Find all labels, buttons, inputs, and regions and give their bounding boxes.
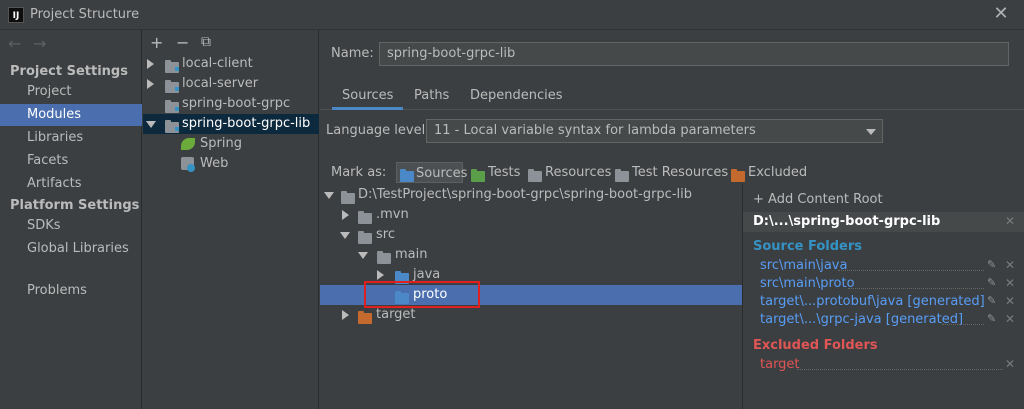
- remove-excluded-icon[interactable]: ✕: [1005, 357, 1015, 371]
- chevron-down-icon[interactable]: [866, 129, 876, 135]
- edit-pencil-icon[interactable]: ✎: [987, 276, 996, 289]
- window-title: Project Structure: [30, 7, 140, 22]
- facet-row[interactable]: Web: [143, 154, 319, 174]
- source-folders-header: Source Folders: [753, 239, 863, 254]
- title-bar: IJ Project Structure ✕: [0, 0, 1024, 30]
- web-globe-icon: [187, 164, 195, 172]
- nav-item-facets[interactable]: Facets: [0, 150, 142, 172]
- nav-item-problems[interactable]: Problems: [0, 280, 142, 302]
- folder-icon: [358, 211, 372, 224]
- nav-item-libraries[interactable]: Libraries: [0, 127, 142, 149]
- add-module-icon[interactable]: +: [150, 33, 163, 52]
- project-settings-header: Project Settings: [10, 64, 128, 79]
- mark-as-label: Mark as:: [331, 165, 387, 180]
- module-row-selected[interactable]: spring-boot-grpc-lib: [143, 114, 319, 134]
- facet-label: Spring: [200, 136, 242, 151]
- module-row[interactable]: local-client: [143, 54, 319, 74]
- module-label: local-client: [182, 56, 253, 71]
- source-folder-link[interactable]: target\...\grpc-java [generated]: [760, 312, 963, 327]
- remove-folder-icon[interactable]: ✕: [1005, 312, 1015, 326]
- collapse-arrow-icon[interactable]: [358, 252, 368, 259]
- collapse-arrow-icon[interactable]: [340, 232, 350, 239]
- edit-pencil-icon[interactable]: ✎: [987, 294, 996, 307]
- tab-sources[interactable]: Sources: [332, 86, 404, 110]
- folder-icon: [358, 231, 372, 244]
- sources-folder-icon: [400, 169, 414, 182]
- folder-icon: [341, 191, 355, 204]
- mark-test-resources-button[interactable]: Test Resources: [615, 162, 728, 183]
- module-label: spring-boot-grpc-lib: [182, 116, 311, 131]
- excluded-folder-icon: [358, 311, 372, 324]
- nav-item-sdks[interactable]: SDKs: [0, 215, 142, 237]
- back-arrow-icon[interactable]: ←: [8, 34, 21, 53]
- expand-arrow-icon[interactable]: [342, 310, 349, 320]
- source-folder-link[interactable]: src\main\proto: [760, 276, 855, 291]
- tree-row[interactable]: src: [320, 225, 742, 245]
- source-folder-link[interactable]: src\main\java: [760, 258, 847, 273]
- expand-arrow-icon[interactable]: [147, 79, 154, 89]
- tests-folder-icon: [471, 169, 485, 182]
- remove-module-icon[interactable]: −: [176, 33, 189, 52]
- source-folder-link[interactable]: target\...protobuf\java [generated]: [760, 294, 985, 309]
- spring-leaf-icon: [181, 138, 195, 150]
- collapse-arrow-icon[interactable]: [324, 192, 334, 199]
- mark-sources-button[interactable]: Sources: [396, 162, 467, 183]
- edit-pencil-icon[interactable]: ✎: [987, 312, 996, 325]
- tree-row[interactable]: target: [320, 305, 742, 325]
- highlight-box: [364, 281, 480, 308]
- forward-arrow-icon[interactable]: →: [33, 34, 46, 53]
- module-label: local-server: [182, 76, 259, 91]
- collapse-arrow-icon[interactable]: [146, 121, 156, 128]
- remove-folder-icon[interactable]: ✕: [1005, 276, 1015, 290]
- excluded-folders-header: Excluded Folders: [753, 338, 878, 353]
- tree-row-root[interactable]: D:\TestProject\spring-boot-grpc\spring-b…: [320, 185, 742, 205]
- excluded-folder-link[interactable]: target: [760, 357, 800, 372]
- platform-settings-header: Platform Settings: [10, 198, 140, 213]
- expand-arrow-icon[interactable]: [342, 210, 349, 220]
- mark-resources-button[interactable]: Resources: [528, 162, 611, 183]
- facet-row[interactable]: Spring: [143, 134, 319, 154]
- mark-tests-button[interactable]: Tests: [471, 162, 523, 183]
- folder-icon: [377, 251, 391, 264]
- test-resources-folder-icon: [615, 169, 629, 182]
- nav-item-modules[interactable]: Modules: [0, 104, 142, 126]
- copy-module-icon[interactable]: ⧉: [201, 34, 211, 50]
- language-level-select[interactable]: 11 - Local variable syntax for lambda pa…: [426, 119, 883, 143]
- module-label: spring-boot-grpc: [182, 96, 291, 111]
- tab-dependencies[interactable]: Dependencies: [470, 86, 563, 110]
- expand-arrow-icon[interactable]: [377, 270, 384, 280]
- nav-item-artifacts[interactable]: Artifacts: [0, 173, 142, 195]
- name-label: Name:: [331, 46, 374, 61]
- facet-label: Web: [200, 156, 229, 171]
- remove-root-icon[interactable]: ✕: [1005, 214, 1015, 228]
- module-row[interactable]: local-server: [143, 74, 319, 94]
- nav-item-project[interactable]: Project: [0, 81, 142, 103]
- content-root-row[interactable]: D:\...\spring-boot-grpc-lib ✕: [743, 212, 1024, 232]
- expand-arrow-icon[interactable]: [147, 59, 154, 69]
- content-root-path: D:\...\spring-boot-grpc-lib: [753, 214, 941, 229]
- tree-row[interactable]: main: [320, 245, 742, 265]
- excluded-folder-icon: [731, 169, 745, 182]
- edit-pencil-icon[interactable]: ✎: [987, 258, 996, 271]
- nav-item-global-libraries[interactable]: Global Libraries: [0, 238, 142, 260]
- remove-folder-icon[interactable]: ✕: [1005, 258, 1015, 272]
- remove-folder-icon[interactable]: ✕: [1005, 294, 1015, 308]
- tree-row[interactable]: .mvn: [320, 205, 742, 225]
- mark-excluded-button[interactable]: Excluded: [731, 162, 807, 183]
- add-content-root-button[interactable]: + Add Content Root: [753, 192, 883, 207]
- resources-folder-icon: [528, 169, 542, 182]
- module-name-input[interactable]: spring-boot-grpc-lib: [379, 42, 1009, 66]
- language-level-label: Language level:: [326, 123, 430, 138]
- close-icon[interactable]: ✕: [991, 3, 1011, 25]
- module-row[interactable]: spring-boot-grpc: [143, 94, 319, 114]
- tab-paths[interactable]: Paths: [414, 86, 449, 110]
- intellij-icon: IJ: [8, 7, 24, 23]
